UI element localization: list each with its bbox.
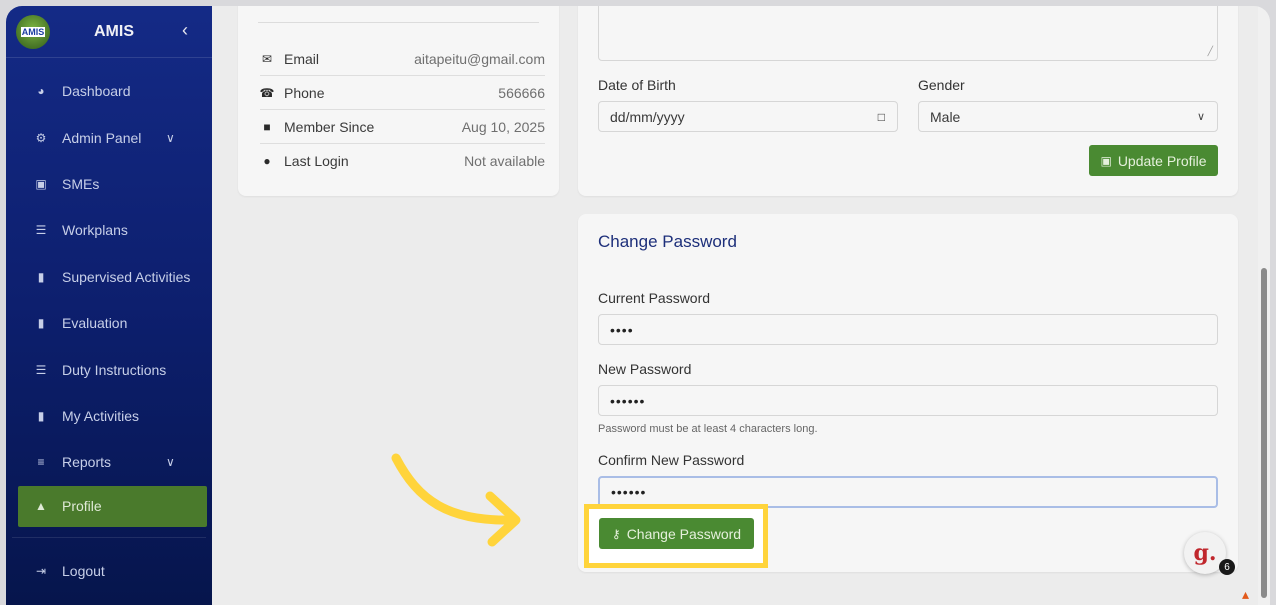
current-password-value: •••• xyxy=(610,321,634,338)
sidebar: AMIS AMIS ‹ ◕ Dashboard ⚙ Admin Panel ∨ … xyxy=(6,6,212,605)
card-title: Change Password xyxy=(598,232,737,251)
change-password-button[interactable]: ⚷ Change Password xyxy=(599,518,754,549)
notification-count-badge: 6 xyxy=(1219,559,1235,575)
list-icon: ☰ xyxy=(35,362,47,377)
gender-select[interactable]: Male ∨ xyxy=(918,101,1218,132)
bio-textarea[interactable]: ╱ xyxy=(598,6,1218,61)
sidebar-item-workplans[interactable]: ☰ Workplans xyxy=(6,207,212,253)
current-password-input[interactable]: •••• xyxy=(598,314,1218,345)
info-label: Email xyxy=(284,50,320,67)
clipboard-icon: ▮ xyxy=(37,269,45,284)
vertical-scrollbar[interactable] xyxy=(1258,6,1270,605)
profile-form-card: ╱ Date of Birth dd/mm/yyyy □ Gender Male… xyxy=(578,6,1238,196)
sidebar-item-label: SMEs xyxy=(62,175,100,192)
gender-value: Male xyxy=(930,108,961,125)
info-row-member-since: ■ Member Since Aug 10, 2025 xyxy=(260,110,545,144)
sidebar-item-smes[interactable]: ▣ SMEs xyxy=(6,161,212,207)
confirm-password-value: •••••• xyxy=(611,484,647,500)
chevron-down-icon: ∨ xyxy=(166,130,175,145)
info-value: 566666 xyxy=(498,84,545,101)
user-icon: ▲ xyxy=(35,499,47,514)
tutorial-arrow-icon xyxy=(391,453,521,547)
info-row-email: ✉ Email aitapeitu@gmail.com xyxy=(260,42,545,76)
sidebar-item-label: Logout xyxy=(62,562,105,579)
fire-icon: ▴ xyxy=(1242,586,1250,602)
sidebar-item-logout[interactable]: ⇥ Logout xyxy=(6,548,212,594)
sidebar-item-label: Duty Instructions xyxy=(62,361,167,378)
sidebar-item-label: Admin Panel xyxy=(62,129,142,146)
new-password-value: •••••• xyxy=(610,392,646,409)
info-label: Member Since xyxy=(284,118,375,135)
app-window: AMIS AMIS ‹ ◕ Dashboard ⚙ Admin Panel ∨ … xyxy=(6,6,1270,605)
dob-input[interactable]: dd/mm/yyyy □ xyxy=(598,101,898,132)
update-profile-button[interactable]: ▣ Update Profile xyxy=(1089,145,1218,176)
sidebar-item-reports[interactable]: ≡ Reports ∨ xyxy=(6,439,212,485)
phone-icon: ☎ xyxy=(259,85,275,100)
app-logo: AMIS xyxy=(16,14,50,49)
sidebar-item-label: Workplans xyxy=(62,222,128,239)
gender-label: Gender xyxy=(918,77,965,93)
dob-label: Date of Birth xyxy=(598,77,676,93)
widget-letter: g. xyxy=(1193,540,1217,566)
calendar-icon: ■ xyxy=(263,119,271,134)
info-label: Phone xyxy=(284,84,325,101)
sidebar-divider xyxy=(12,536,206,538)
user-info-card: ✉ Email aitapeitu@gmail.com ☎ Phone 5666… xyxy=(238,6,559,196)
info-row-last-login: ● Last Login Not available xyxy=(260,144,545,178)
sidebar-brand: AMIS AMIS ‹ xyxy=(6,6,212,58)
list-icon: ☰ xyxy=(35,223,47,238)
chevron-down-icon: ∨ xyxy=(1196,111,1205,123)
envelope-icon: ✉ xyxy=(261,51,273,66)
update-profile-label: Update Profile xyxy=(1117,152,1207,169)
info-label: Last Login xyxy=(284,153,349,169)
sidebar-item-label: Profile xyxy=(62,498,102,515)
sidebar-item-my-activities[interactable]: ▮ My Activities xyxy=(6,393,212,439)
info-value: Aug 10, 2025 xyxy=(461,118,545,135)
divider xyxy=(258,22,539,23)
change-password-label: Change Password xyxy=(626,525,742,542)
info-value: aitapeitu@gmail.com xyxy=(414,50,545,67)
info-value: Not available xyxy=(464,153,545,169)
sidebar-item-label: Evaluation xyxy=(62,315,128,332)
calendar-icon[interactable]: □ xyxy=(878,110,885,124)
app-name: AMIS xyxy=(94,22,134,40)
collapse-sidebar-icon[interactable]: ‹ xyxy=(182,20,188,41)
chevron-down-icon: ∨ xyxy=(166,455,175,470)
user-clock-icon: ● xyxy=(263,154,271,168)
sidebar-item-label: Reports xyxy=(62,454,112,471)
store-icon: ▣ xyxy=(35,176,47,191)
sidebar-item-supervised-activities[interactable]: ▮ Supervised Activities xyxy=(6,254,212,300)
key-icon: ⚷ xyxy=(611,526,621,541)
tutorial-highlight: ⚷ Change Password xyxy=(584,504,768,568)
sidebar-item-profile[interactable]: ▲ Profile xyxy=(18,485,207,527)
confirm-password-label: Confirm New Password xyxy=(598,452,745,468)
new-password-label: New Password xyxy=(598,361,692,377)
logout-icon: ⇥ xyxy=(35,563,47,578)
info-row-phone: ☎ Phone 566666 xyxy=(260,76,545,110)
sidebar-item-dashboard[interactable]: ◕ Dashboard xyxy=(6,68,212,114)
current-password-label: Current Password xyxy=(598,290,711,306)
dashboard-icon: ◕ xyxy=(37,84,45,99)
scrollbar-thumb[interactable] xyxy=(1261,268,1267,598)
sidebar-item-evaluation[interactable]: ▮ Evaluation xyxy=(6,300,212,346)
sidebar-item-duty-instructions[interactable]: ☰ Duty Instructions xyxy=(6,346,212,392)
clipboard-check-icon: ▮ xyxy=(37,316,45,331)
sidebar-item-admin-panel[interactable]: ⚙ Admin Panel ∨ xyxy=(6,114,212,160)
sidebar-item-label: Dashboard xyxy=(62,83,131,100)
gear-icon: ⚙ xyxy=(35,130,47,145)
sidebar-nav: ◕ Dashboard ⚙ Admin Panel ∨ ▣ SMEs ☰ Wor… xyxy=(6,68,212,594)
sidebar-item-label: Supervised Activities xyxy=(62,268,191,285)
clipboard-icon: ▮ xyxy=(37,408,45,423)
new-password-input[interactable]: •••••• xyxy=(598,385,1218,416)
sidebar-item-label: My Activities xyxy=(62,407,140,424)
save-icon: ▣ xyxy=(1100,153,1112,168)
chart-icon: ≡ xyxy=(37,455,45,470)
resize-grip-icon[interactable]: ╱ xyxy=(1208,46,1213,57)
dob-placeholder: dd/mm/yyyy xyxy=(610,108,685,125)
password-hint: Password must be at least 4 characters l… xyxy=(598,423,818,435)
